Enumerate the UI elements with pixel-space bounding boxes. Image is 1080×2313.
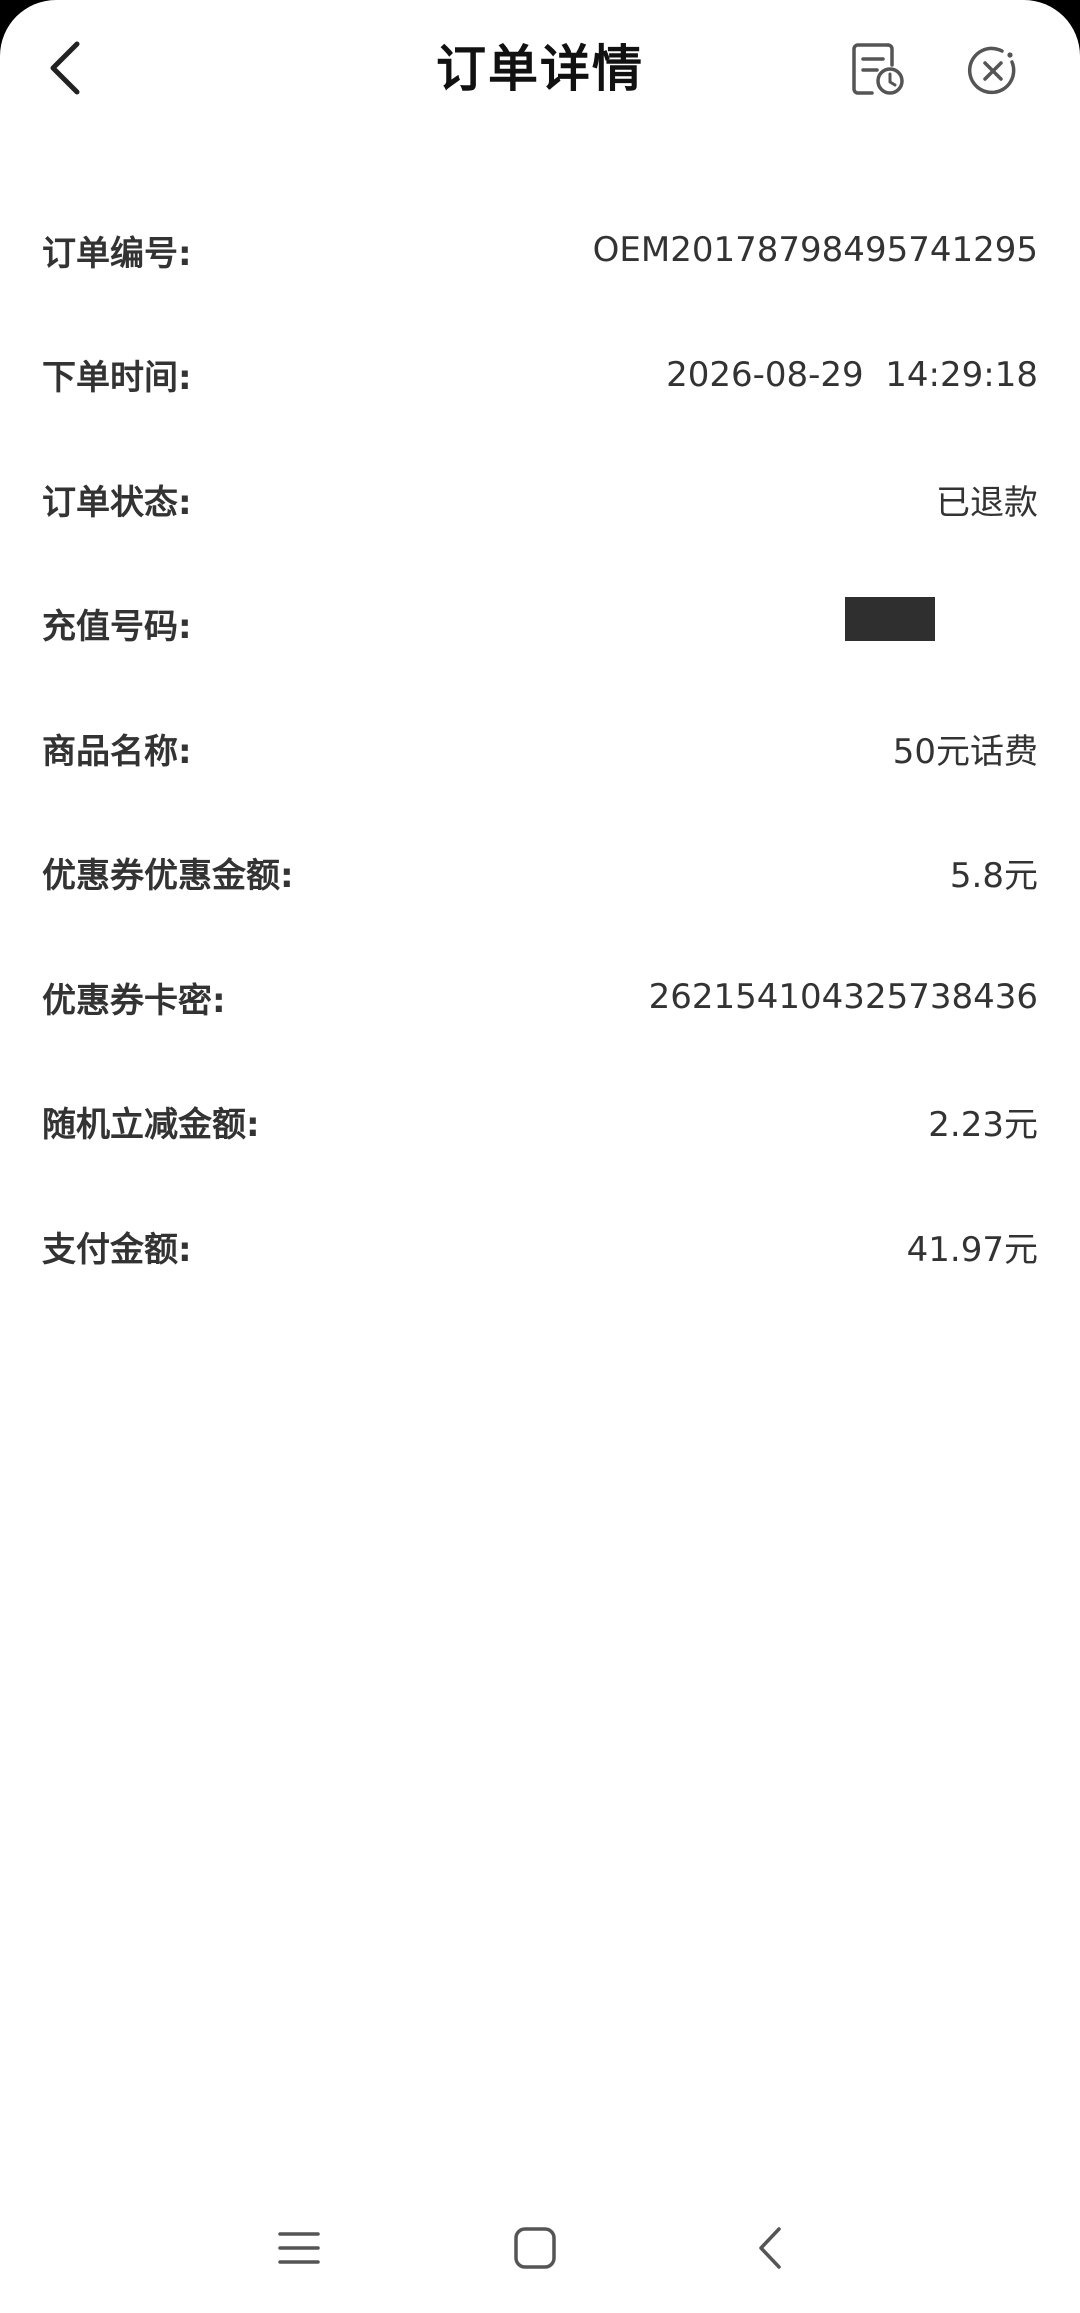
detail-label: 优惠券优惠金额:	[42, 856, 294, 897]
back-button[interactable]	[30, 28, 100, 108]
detail-label: 商品名称:	[42, 731, 192, 772]
order-history-button[interactable]	[845, 36, 911, 102]
detail-row-product-name: 商品名称: 50元话费	[42, 686, 1038, 811]
detail-row-order-number: 订单编号: OEM20178798495741295	[42, 188, 1038, 313]
page-title: 订单详情	[436, 40, 644, 98]
chevron-left-icon	[759, 2227, 781, 2269]
nav-recent-apps-button[interactable]	[249, 2198, 349, 2298]
detail-label: 优惠券卡密:	[42, 980, 226, 1021]
detail-value-product-name: 50元话费	[892, 731, 1038, 772]
detail-label: 订单状态:	[42, 482, 192, 523]
detail-label: 支付金额:	[42, 1229, 192, 1270]
detail-label: 充值号码:	[42, 607, 192, 648]
detail-value-coupon-discount: 5.8元	[949, 856, 1038, 897]
rounded-square-icon	[514, 2227, 556, 2269]
detail-row-payment-amount: 支付金额: 41.97元	[42, 1184, 1038, 1309]
order-detail-screen: 订单详情 订单编号: OEM20178798495741295 下单时间: 20…	[0, 0, 1080, 2313]
detail-label: 下单时间:	[42, 358, 192, 399]
order-details-list: 订单编号: OEM20178798495741295 下单时间: 2026-08…	[42, 188, 1038, 1309]
detail-value-payment-amount: 41.97元	[906, 1229, 1038, 1270]
detail-value-order-status: 已退款	[936, 482, 1038, 523]
detail-row-order-time: 下单时间: 2026-08-29 14:29:18	[42, 313, 1038, 438]
chevron-left-icon	[50, 41, 80, 95]
nav-back-button[interactable]	[721, 2198, 821, 2298]
detail-value-order-time: 2026-08-29 14:29:18	[666, 354, 1038, 395]
detail-row-recharge-number: 充值号码:	[42, 562, 1038, 687]
detail-row-random-discount: 随机立减金额: 2.23元	[42, 1060, 1038, 1185]
menu-lines-icon	[278, 2232, 320, 2264]
redacted-phone-number	[845, 596, 935, 641]
detail-row-coupon-discount: 优惠券优惠金额: 5.8元	[42, 811, 1038, 936]
detail-label: 随机立减金额:	[42, 1105, 260, 1146]
close-button[interactable]	[962, 40, 1024, 102]
top-app-bar: 订单详情	[0, 0, 1080, 140]
detail-value-order-number: OEM20178798495741295	[592, 230, 1038, 271]
detail-row-coupon-code: 优惠券卡密: 262154104325738436	[42, 935, 1038, 1060]
detail-value-random-discount: 2.23元	[928, 1105, 1038, 1146]
circle-close-icon	[967, 46, 1016, 95]
detail-value-coupon-code: 262154104325738436	[648, 977, 1038, 1018]
detail-row-order-status: 订单状态: 已退款	[42, 437, 1038, 562]
nav-home-button[interactable]	[485, 2198, 585, 2298]
detail-label: 订单编号:	[42, 233, 192, 274]
system-navigation-bar	[0, 2180, 1080, 2313]
document-clock-icon	[852, 43, 904, 95]
